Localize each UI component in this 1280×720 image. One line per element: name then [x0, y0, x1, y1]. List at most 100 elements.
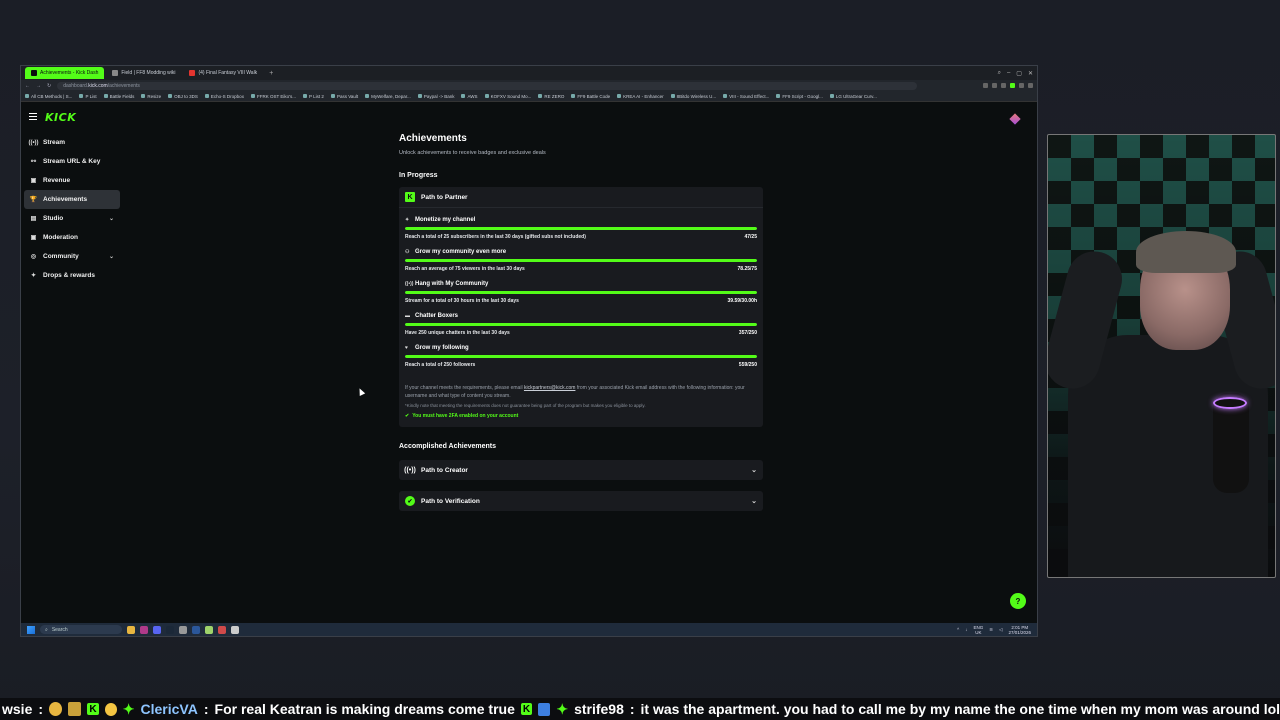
- bookmark-icon: [168, 94, 173, 98]
- chat-colon: :: [629, 701, 635, 717]
- bookmark[interactable]: P List: [79, 94, 97, 99]
- progress-fill: [405, 291, 757, 294]
- bookmark[interactable]: Battle Fields: [103, 94, 134, 99]
- extension-icon[interactable]: [992, 83, 997, 88]
- tab-ff8-wiki[interactable]: Field | FF8 Modding wiki: [106, 67, 181, 79]
- sidebar-item-drops-rewards[interactable]: ✦ Drops & rewards: [24, 266, 120, 285]
- goal-item: ((•)) Hang with My Community Stream for a …: [399, 279, 763, 304]
- bookmark[interactable]: FF9 Battle Code: [571, 94, 610, 99]
- volume-icon[interactable]: ◁: [999, 627, 1002, 633]
- app-icon[interactable]: [140, 625, 148, 634]
- obs-icon[interactable]: [179, 625, 187, 634]
- goal-title: ▬ Chatter Boxers: [405, 311, 757, 320]
- path-to-partner-card: K Path to Partner ✦ Monetize my channel Re…: [399, 187, 763, 427]
- sidebar-item-moderation[interactable]: ▣ Moderation: [24, 228, 120, 247]
- bookmark[interactable]: OBJ to 3DS: [168, 94, 198, 99]
- bookmark-icon: [484, 94, 489, 98]
- bookmark[interactable]: KREA AI - Enhancer: [617, 94, 664, 99]
- extension-icon[interactable]: [1019, 83, 1024, 88]
- bookmark-icon: [79, 94, 84, 98]
- subscriber-badge-icon: [104, 702, 117, 716]
- bookmark[interactable]: Pass Vault: [330, 94, 358, 99]
- extension-icon[interactable]: [1001, 83, 1006, 88]
- chevron-down-icon[interactable]: ⌄: [751, 497, 757, 505]
- network-icon[interactable]: ↓: [965, 627, 967, 632]
- bookmark[interactable]: MyWelfare, Depar...: [365, 94, 411, 99]
- goal-description: Have 250 unique chatters in the last 30 …: [405, 330, 510, 336]
- notepad-icon[interactable]: [205, 625, 213, 634]
- discord-icon[interactable]: [153, 625, 161, 634]
- progress-fill: [405, 259, 757, 262]
- goal-item: ⚇ Grow my community even more Reach an ave…: [399, 247, 763, 272]
- chat-ticker: wsie: K ✦ ClericVA: For real Keatran is …: [0, 698, 1280, 720]
- forward-icon[interactable]: →: [36, 83, 41, 89]
- goal-item: ✦ Monetize my channel Reach a total of 25 …: [399, 215, 763, 240]
- word-icon[interactable]: [192, 625, 200, 634]
- url-field[interactable]: dashboard.kick.com/achievements: [57, 81, 918, 90]
- extension-icon[interactable]: [983, 83, 988, 88]
- bookmark[interactable]: 8Bitdo Wireless U...: [670, 94, 716, 99]
- steam-icon[interactable]: [166, 625, 174, 634]
- youtube-favicon-icon: [189, 70, 196, 76]
- sidebar-item-revenue[interactable]: ▣ Revenue: [24, 171, 120, 190]
- bookmark[interactable]: FFRK OST Eiko's...: [250, 94, 296, 99]
- chevron-down-icon[interactable]: ⌄: [109, 253, 114, 260]
- system-tray: ^ ↓ ENG UK ≋ ◁ 2:01 PM 27/01/2026: [957, 625, 1037, 635]
- clock[interactable]: 2:01 PM 27/01/2026: [1008, 625, 1031, 635]
- back-icon[interactable]: ←: [25, 83, 30, 89]
- app-icon[interactable]: [218, 625, 226, 634]
- partner-email-link[interactable]: kickpartners@kick.com: [524, 385, 575, 391]
- maximize-icon[interactable]: ▢: [1016, 70, 1022, 77]
- menu-icon[interactable]: [1028, 83, 1033, 88]
- new-tab-icon[interactable]: +: [265, 70, 277, 77]
- minimize-icon[interactable]: –: [1007, 70, 1010, 77]
- chevron-down-icon[interactable]: ⌄: [109, 215, 114, 222]
- tab-bar: Achievements - Kick Dash Field | FF8 Mod…: [21, 66, 1037, 80]
- taskbar-search[interactable]: ⌕ Search: [40, 625, 122, 634]
- help-chat-button[interactable]: ?: [1010, 593, 1026, 609]
- bookmark[interactable]: KOFXV Sound Mo...: [484, 94, 531, 99]
- sidebar-item-label: Achievements: [43, 196, 88, 203]
- sidebar-item-achievements[interactable]: 🏆 Achievements: [24, 190, 120, 209]
- sidebar-item-community[interactable]: ◎ Community ⌄: [24, 247, 120, 266]
- accomplished-path-to-verification[interactable]: ✔ Path to Verification ⌄: [399, 491, 763, 511]
- chat-icon: ▬: [405, 312, 410, 319]
- bookmark[interactable]: LG UltraGear Curv...: [829, 94, 877, 99]
- chevron-down-icon[interactable]: ⌄: [751, 466, 757, 474]
- sidebar-item-stream-url-key[interactable]: ⚯ Stream URL & Key: [24, 152, 120, 171]
- bookmark[interactable]: P List 2: [303, 94, 324, 99]
- kick-logo[interactable]: KICK: [45, 111, 76, 124]
- bookmark-icon: [250, 94, 255, 98]
- bookmark[interactable]: All CB Methods | S...: [25, 94, 72, 99]
- goal-title-text: Monetize my channel: [415, 216, 476, 223]
- goal-item: ▬ Chatter Boxers Have 250 unique chatters …: [399, 311, 763, 336]
- bookmark[interactable]: AWS: [461, 94, 478, 99]
- bookmark[interactable]: FF9 Script - Googl...: [776, 94, 823, 99]
- settings-icon[interactable]: [231, 625, 239, 634]
- tab-youtube[interactable]: (4) Final Fantasy VIII Walk: [183, 67, 263, 79]
- bookmark[interactable]: Paypal -> Bank: [417, 94, 454, 99]
- sidebar-item-studio[interactable]: ▤ Studio ⌄: [24, 209, 120, 228]
- reload-icon[interactable]: ↻: [47, 83, 51, 89]
- search-tabs-icon[interactable]: ⌕: [998, 70, 1001, 77]
- bookmark[interactable]: Resize: [141, 94, 161, 99]
- bookmark[interactable]: Echo-S Dropbox: [204, 94, 244, 99]
- goal-progress: 47/25: [744, 234, 757, 240]
- bookmark[interactable]: VIII - Sound Effect...: [723, 94, 769, 99]
- hamburger-menu-icon[interactable]: [29, 113, 37, 120]
- goal-meta: Reach an average of 75 viewers in the la…: [405, 266, 757, 272]
- profile-avatar[interactable]: [1009, 113, 1021, 125]
- close-icon[interactable]: ✕: [1028, 70, 1033, 77]
- accomplished-path-to-creator[interactable]: ((•)) Path to Creator ⌄: [399, 460, 763, 480]
- language-indicator[interactable]: ENG UK: [973, 625, 983, 635]
- wifi-icon[interactable]: ≋: [989, 627, 993, 633]
- kick-extension-icon[interactable]: [1010, 83, 1015, 88]
- chevron-up-icon[interactable]: ^: [957, 627, 959, 632]
- windows-start-icon[interactable]: [27, 625, 35, 634]
- bookmark-icon: [617, 94, 622, 98]
- chat-colon: :: [38, 701, 44, 717]
- tab-achievements[interactable]: Achievements - Kick Dash: [25, 67, 105, 79]
- sidebar-item-stream[interactable]: ((•)) Stream: [24, 133, 120, 152]
- bookmark[interactable]: RE ZERO: [538, 94, 564, 99]
- file-explorer-icon[interactable]: [127, 625, 135, 634]
